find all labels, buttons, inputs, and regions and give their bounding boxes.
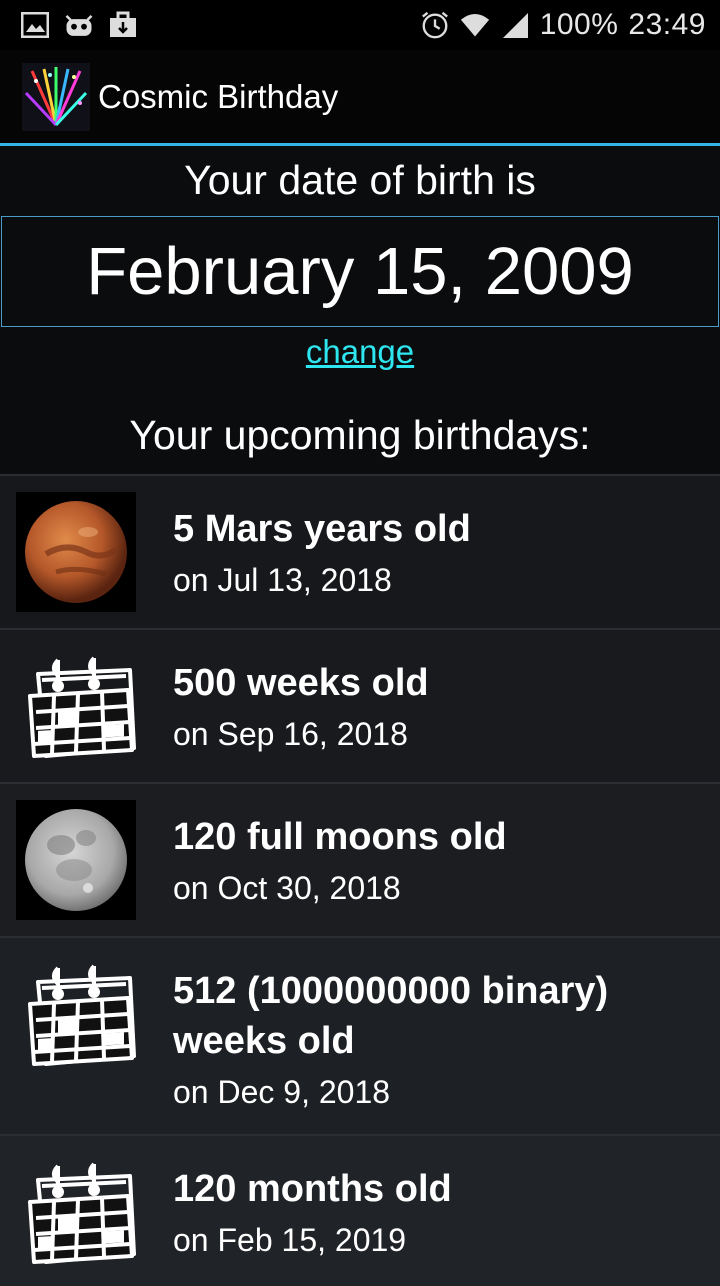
clock: 23:49	[628, 8, 706, 41]
item-title: 120 full moons old	[173, 816, 507, 858]
item-date: on Feb 15, 2019	[173, 1222, 407, 1258]
briefcase-icon	[108, 10, 138, 40]
list-item[interactable]: 5 Mars years old on Jul 13, 2018	[0, 474, 720, 628]
android-icon	[64, 10, 94, 40]
item-title: 500 weeks old	[173, 662, 429, 704]
wifi-icon	[460, 10, 490, 40]
signal-icon	[500, 10, 530, 40]
list-item[interactable]: 120 months old on Feb 15, 2019	[0, 1134, 720, 1286]
calendar-icon	[16, 646, 136, 766]
item-title: 512 (1000000000 binary) weeks old	[173, 970, 609, 1062]
item-title: 5 Mars years old	[173, 508, 471, 550]
image-icon	[20, 10, 50, 40]
birth-label: Your date of birth is	[184, 156, 536, 203]
list-item[interactable]: 512 (1000000000 binary) weeks old on Dec…	[0, 936, 720, 1134]
item-date: on Jul 13, 2018	[173, 562, 392, 598]
moon-image	[16, 800, 136, 920]
app-logo-icon[interactable]	[22, 62, 90, 131]
calendar-icon	[16, 954, 136, 1074]
status-bar: 100% 23:49	[0, 0, 720, 50]
battery-level: 100%	[539, 8, 619, 41]
upcoming-label: Your upcoming birthdays:	[129, 411, 591, 458]
birthday-list: 5 Mars years old on Jul 13, 2018 500 wee…	[0, 474, 720, 1286]
item-date: on Oct 30, 2018	[173, 870, 401, 906]
item-date: on Dec 9, 2018	[173, 1074, 391, 1110]
app-title: Cosmic Birthday	[98, 77, 339, 115]
mars-image	[16, 492, 136, 612]
calendar-icon	[16, 1152, 136, 1272]
list-item[interactable]: 500 weeks old on Sep 16, 2018	[0, 628, 720, 782]
item-date: on Sep 16, 2018	[173, 716, 408, 752]
change-link[interactable]: change	[0, 333, 720, 379]
item-title: 120 months old	[173, 1168, 452, 1210]
alarm-icon	[420, 10, 450, 40]
birth-date-display: February 15, 2009	[1, 216, 719, 327]
action-bar: Cosmic Birthday	[0, 50, 720, 146]
list-item[interactable]: 120 full moons old on Oct 30, 2018	[0, 782, 720, 936]
